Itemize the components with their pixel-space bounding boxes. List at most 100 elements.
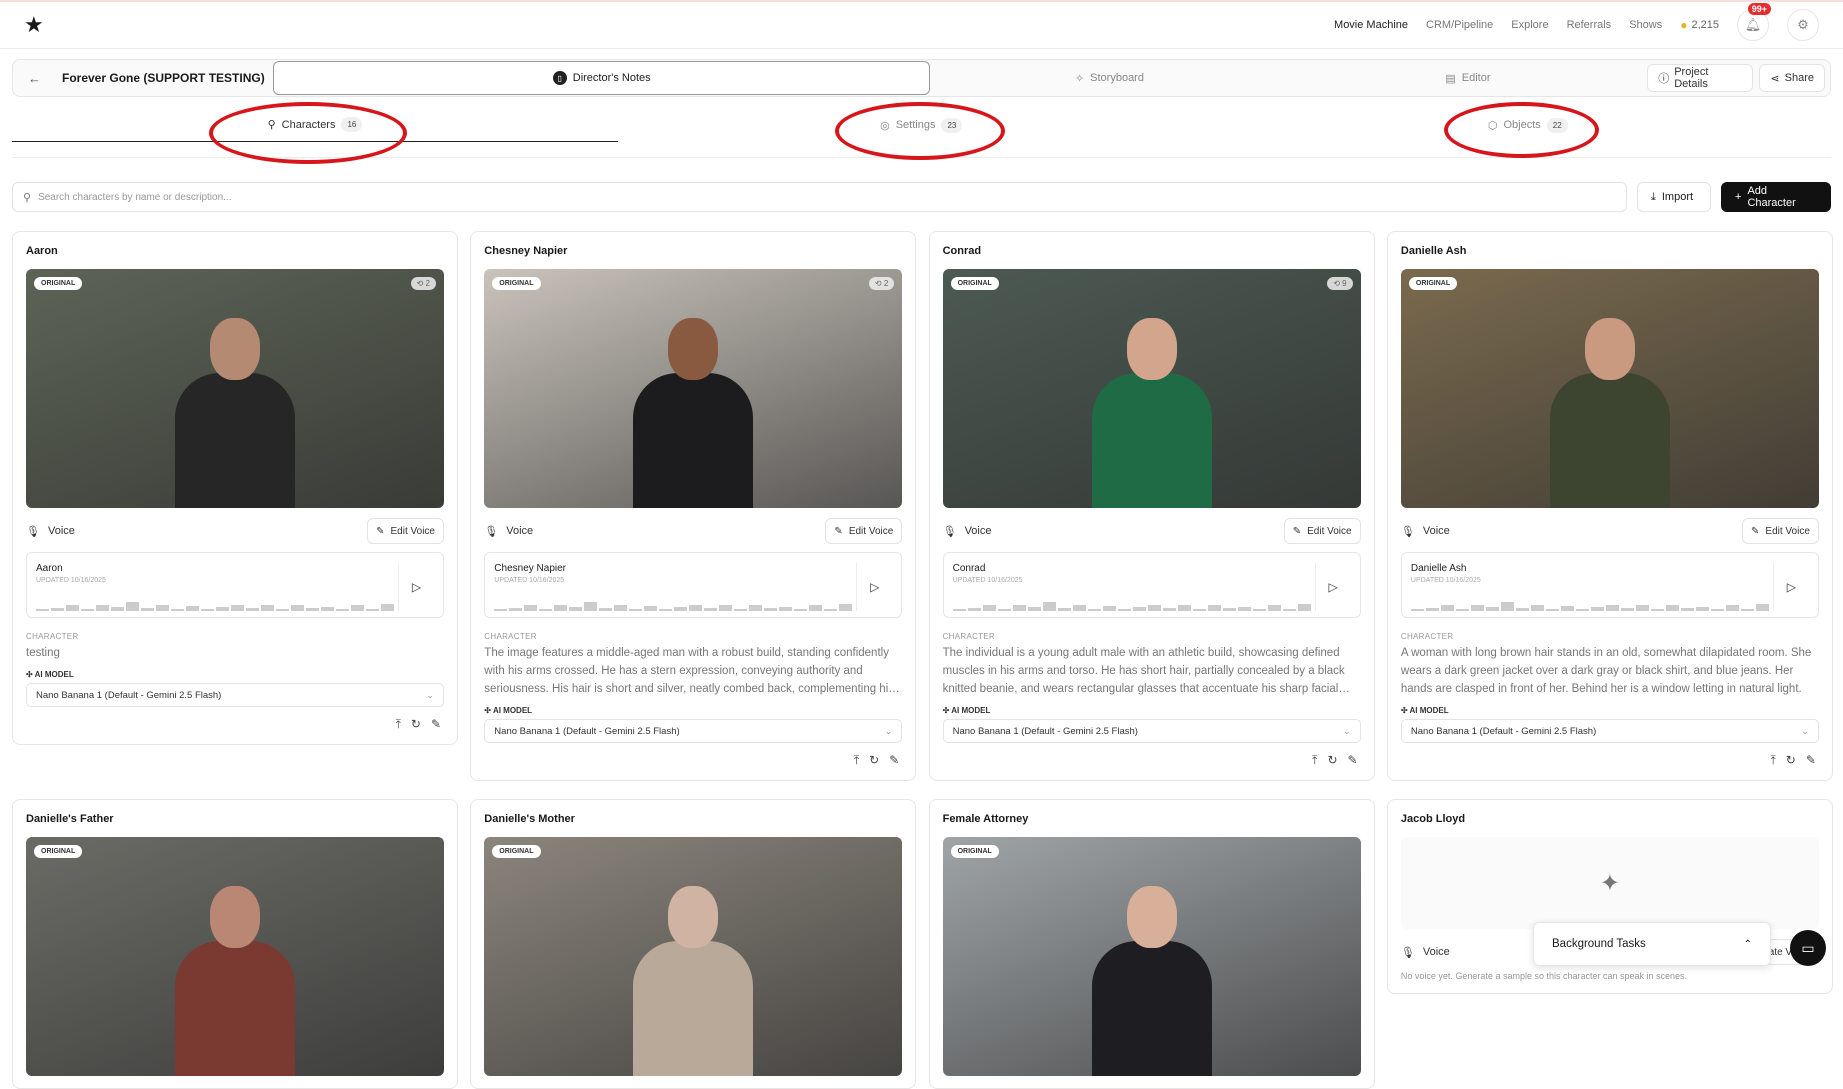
regenerate-icon[interactable]: ↻ — [869, 753, 879, 768]
character-image[interactable]: ORIGINAL — [484, 837, 903, 1076]
character-card[interactable]: Conrad ORIGINAL ⟲ 9 🎙︎ Voice ✎ Edit Voice Conra… — [928, 231, 1375, 781]
upload-icon[interactable]: ⤒ — [1770, 753, 1775, 768]
voice-updated: UPDATED 10/16/2025 — [1410, 577, 1481, 584]
tab-settings[interactable]: ◎ Settings 23 — [618, 108, 1225, 142]
nav-movie-machine[interactable]: Movie Machine — [1334, 19, 1408, 31]
edit-voice-button[interactable]: ✎ Edit Voice — [825, 518, 903, 544]
ai-model-select[interactable]: Nano Banana 1 (Default - Gemini 2.5 Flas… — [484, 719, 903, 743]
character-image[interactable]: ORIGINAL — [26, 837, 444, 1076]
edit-voice-button[interactable]: ✎ Edit Voice — [367, 518, 444, 544]
label: Edit Voice — [1765, 525, 1810, 537]
search-field[interactable]: ⚲ — [12, 182, 1627, 212]
chevron-up-icon[interactable]: ⌃ — [1744, 939, 1752, 950]
character-image[interactable]: ORIGINAL ⟲ 9 — [942, 269, 1361, 508]
edit-voice-button[interactable]: ✎ Edit Voice — [1283, 518, 1361, 544]
version-history-badge[interactable]: ⟲ 9 — [1327, 277, 1353, 290]
upload-icon[interactable]: ⤒ — [1312, 753, 1317, 768]
edit-voice-button[interactable]: ✎ Edit Voice — [1742, 518, 1819, 544]
background-tasks-panel[interactable]: Background Tasks ⌃ — [1533, 922, 1771, 966]
edit-icon[interactable]: ✎ — [1806, 753, 1816, 768]
character-image[interactable]: ORIGINAL — [942, 837, 1361, 1076]
film-icon: ▤ — [1445, 72, 1456, 85]
import-button[interactable]: ⤓ Import — [1637, 182, 1711, 212]
voice-label: Voice — [47, 525, 75, 537]
character-card[interactable]: Female Attorney ORIGINAL — [928, 799, 1375, 1089]
play-icon[interactable]: ▷ — [1772, 563, 1809, 611]
character-image[interactable]: ORIGINAL ⟲ 2 — [484, 269, 903, 508]
nav-explore[interactable]: Explore — [1511, 19, 1548, 31]
character-card[interactable]: Danielle's Father ORIGINAL — [12, 799, 458, 1089]
character-card[interactable]: Chesney Napier ORIGINAL ⟲ 2 🎙︎ Voice ✎ Edit Vo… — [470, 231, 917, 781]
version-count: 9 — [1342, 279, 1347, 288]
regenerate-icon[interactable]: ↻ — [1786, 753, 1796, 768]
version-count: 2 — [883, 279, 889, 288]
edit-icon[interactable]: ✎ — [431, 717, 441, 732]
settings-button[interactable]: ⚙ — [1787, 9, 1819, 41]
sparkle-icon: ✦ — [1599, 869, 1620, 897]
location-icon: ◎ — [880, 119, 890, 132]
notification-badge: 99+ — [1747, 3, 1771, 15]
chat-button[interactable]: ▭ — [1790, 930, 1826, 966]
count-badge: 22 — [1546, 117, 1568, 133]
credits-display[interactable]: ● 2,215 — [1680, 18, 1719, 32]
character-name: Aaron — [26, 245, 58, 257]
tab-characters[interactable]: ⚲ Characters 16 — [12, 108, 618, 142]
share-button[interactable]: ⋖ Share — [1759, 64, 1825, 92]
character-card[interactable]: Aaron ORIGINAL ⟲ 2 🎙︎ Voice ✎ Edit Voice Aaron U… — [12, 231, 458, 745]
portrait — [633, 318, 754, 508]
play-icon[interactable]: ▷ — [856, 563, 892, 611]
tab-directors-notes[interactable]: ▯ Director's Notes — [273, 61, 931, 95]
character-name: Chesney Napier — [484, 245, 568, 257]
back-arrow-icon[interactable]: ← — [19, 71, 50, 86]
play-icon[interactable]: ▷ — [1314, 563, 1351, 611]
original-badge: ORIGINAL — [34, 277, 83, 290]
nav-referrals[interactable]: Referrals — [1567, 19, 1612, 31]
plus-icon: + — [1735, 191, 1742, 203]
upload-icon[interactable]: ⤒ — [854, 753, 859, 768]
edit-icon[interactable]: ✎ — [889, 753, 899, 768]
notifications-button[interactable]: 🔔︎ 99+ — [1737, 3, 1771, 41]
waveform — [494, 602, 856, 611]
top-nav: ★ Movie Machine CRM/Pipeline Explore Ref… — [0, 0, 1843, 49]
voice-name: Chesney Napier — [494, 563, 567, 574]
project-title: Forever Gone (SUPPORT TESTING) — [62, 71, 265, 85]
book-icon: ▯ — [552, 71, 567, 85]
coins-icon: ● — [1680, 18, 1688, 32]
sparkles-icon: ✣ — [484, 706, 491, 715]
play-icon[interactable]: ▷ — [398, 563, 434, 611]
tab-storyboard[interactable]: ✧ Storyboard — [930, 61, 1289, 95]
character-card[interactable]: Danielle's Mother ORIGINAL — [470, 799, 917, 1089]
ai-model-select[interactable]: Nano Banana 1 (Default - Gemini 2.5 Flas… — [26, 683, 444, 707]
portrait — [1091, 886, 1212, 1076]
info-icon: ⓘ — [1658, 73, 1670, 85]
original-badge: ORIGINAL — [1408, 277, 1458, 290]
tab-objects[interactable]: ⬡ Objects 22 — [1225, 108, 1832, 142]
sparkles-icon: ✣ — [942, 706, 950, 715]
version-history-badge[interactable]: ⟲ 2 — [410, 277, 436, 290]
regenerate-icon[interactable]: ↻ — [1327, 753, 1337, 768]
nav-crm-pipeline[interactable]: CRM/Pipeline — [1426, 19, 1493, 31]
project-details-button[interactable]: ⓘ Project Details — [1647, 64, 1754, 92]
character-description: The individual is a young adult male wit… — [942, 647, 1345, 695]
upload-icon[interactable]: ⤒ — [396, 717, 401, 732]
version-history-badge[interactable]: ⟲ 2 — [868, 277, 895, 290]
portrait — [1549, 318, 1670, 508]
ai-model-select[interactable]: Nano Banana 1 (Default - Gemini 2.5 Flas… — [1400, 719, 1819, 743]
generate-image-placeholder[interactable]: ✦ — [1400, 837, 1819, 929]
tab-editor[interactable]: ▤ Editor — [1289, 61, 1648, 95]
voice-sample: Aaron UPDATED 10/16/2025 ▷ — [26, 552, 444, 618]
character-card[interactable]: Danielle Ash ORIGINAL 🎙︎ Voice ✎ Edit Voice Da… — [1386, 231, 1833, 781]
waveform — [1410, 602, 1773, 611]
logo-icon[interactable]: ★ — [24, 12, 48, 38]
search-input[interactable] — [38, 191, 1616, 203]
edit-icon[interactable]: ✎ — [1348, 753, 1358, 768]
edit-icon: ✎ — [376, 525, 385, 537]
ai-model-select[interactable]: Nano Banana 1 (Default - Gemini 2.5 Flas… — [942, 719, 1361, 743]
tab-label: Editor — [1461, 72, 1491, 84]
add-character-button[interactable]: + Add Character — [1721, 182, 1831, 212]
nav-shows[interactable]: Shows — [1629, 19, 1662, 31]
edit-icon: ✎ — [1292, 525, 1302, 537]
regenerate-icon[interactable]: ↻ — [411, 717, 421, 732]
character-image[interactable]: ORIGINAL ⟲ 2 — [26, 269, 444, 508]
character-image[interactable]: ORIGINAL — [1400, 269, 1819, 508]
